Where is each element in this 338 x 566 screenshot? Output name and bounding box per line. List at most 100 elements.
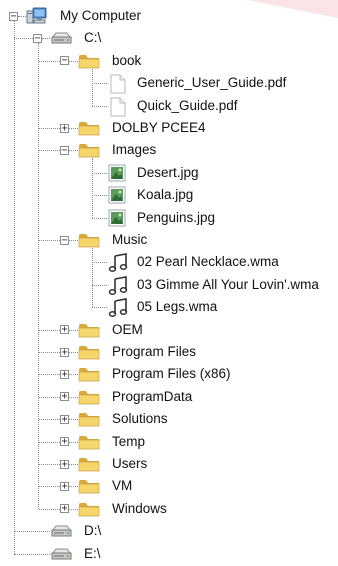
expand-toggle[interactable]: +: [60, 504, 69, 514]
folder-icon: [78, 388, 100, 406]
expand-toggle[interactable]: +: [60, 437, 69, 447]
collapse-toggle[interactable]: −: [33, 33, 42, 43]
tree-line: [38, 486, 60, 488]
folder-icon: [78, 433, 100, 451]
tree-node-generic-user-guide-pdf-label: Generic_User_Guide.pdf: [137, 75, 287, 91]
tree-line: [69, 486, 78, 488]
tree-line: [69, 150, 78, 152]
tree-node-music-label: Music: [112, 232, 148, 247]
image-file-icon: [107, 209, 127, 227]
music-note-icon: [107, 275, 128, 295]
tree-line: [69, 128, 78, 129]
tree-node-05-legs-wma-label: 05 Legs.wma: [137, 299, 218, 315]
tree-node-02-pearl-necklace-wma-label: 02 Pearl Necklace.wma: [137, 254, 279, 270]
tree-line: [38, 464, 60, 465]
folder-icon: [78, 119, 100, 137]
expand-toggle[interactable]: +: [60, 459, 69, 469]
tree-line: [38, 240, 60, 241]
tree-line: [69, 396, 78, 398]
tree-node-windows-label: Windows: [112, 500, 167, 516]
tree-line: [69, 329, 78, 331]
tree-line: [38, 150, 60, 152]
document-icon: [107, 74, 127, 94]
expand-toggle[interactable]: +: [60, 325, 69, 335]
folder-icon: [78, 52, 100, 70]
tree-line: [38, 396, 60, 398]
tree-line: [69, 352, 78, 353]
expand-toggle[interactable]: +: [60, 392, 69, 402]
tree-line: [69, 374, 78, 376]
folder-icon: [78, 365, 100, 383]
tree-line: [92, 68, 93, 106]
drive-icon: [50, 545, 72, 563]
tree-line: [92, 172, 107, 174]
tree-line: [38, 329, 60, 331]
tree-node-03-gimme-all-your-lovin-wma-label: 03 Gimme All Your Lovin'.wma: [137, 276, 319, 292]
folder-tree: − My Computer − C:\ − book Generic_User_Guide.…: [0, 0, 338, 561]
collapse-toggle[interactable]: −: [9, 11, 18, 21]
tree-line: [18, 16, 26, 17]
folder-icon: [78, 321, 100, 339]
tree-line: [42, 38, 50, 40]
tree-line: [69, 508, 78, 510]
tree-line: [92, 248, 93, 308]
expand-toggle[interactable]: +: [60, 481, 69, 491]
folder-icon: [78, 141, 100, 159]
document-icon: [107, 97, 127, 117]
folder-icon: [78, 231, 100, 249]
tree-line: [38, 352, 60, 353]
tree-node-dolby-pcee4-label: DOLBY PCEE4: [112, 120, 206, 135]
tree-line: [92, 83, 107, 85]
folder-icon: [78, 477, 100, 495]
folder-icon: [78, 500, 100, 518]
folder-icon: [78, 455, 100, 473]
tree-node-my-computer[interactable]: [0, 6, 338, 26]
tree-line: [13, 38, 33, 40]
tree-node-book-label: book: [112, 52, 142, 68]
tree-node-oem-label: OEM: [112, 321, 143, 337]
tree-line: [37, 43, 39, 509]
tree-node-penguins-jpg-label: Penguins.jpg: [137, 209, 216, 225]
expand-toggle[interactable]: +: [60, 123, 69, 133]
folder-icon: [78, 410, 100, 428]
expand-toggle[interactable]: +: [60, 414, 69, 424]
tree-line: [69, 441, 78, 443]
expand-toggle[interactable]: +: [60, 369, 69, 379]
tree-line: [69, 240, 78, 241]
tree-line: [38, 508, 60, 510]
tree-node-drive-c-label: C:\: [84, 30, 102, 46]
image-file-icon: [107, 164, 127, 182]
expand-toggle[interactable]: +: [60, 347, 69, 357]
tree-line: [38, 128, 60, 129]
tree-node-koala-jpg-label: Koala.jpg: [137, 187, 194, 203]
tree-node-programdata-label: ProgramData: [112, 388, 193, 404]
tree-node-my-computer-label: My Computer: [60, 8, 142, 23]
tree-node-drive-d-label: D:\: [84, 523, 102, 539]
tree-line: [92, 307, 107, 309]
music-note-icon: [107, 298, 128, 318]
tree-line: [38, 374, 60, 376]
collapse-toggle[interactable]: −: [60, 145, 69, 155]
tree-line: [13, 531, 50, 533]
tree-node-solutions-label: Solutions: [112, 411, 168, 427]
tree-line: [92, 195, 107, 197]
tree-node-quick-guide-pdf-label: Quick_Guide.pdf: [137, 97, 238, 113]
collapse-toggle[interactable]: −: [60, 235, 69, 245]
collapse-toggle[interactable]: −: [60, 56, 69, 66]
tree-node-users-label: Users: [112, 456, 148, 471]
tree-line: [38, 441, 60, 443]
music-note-icon: [107, 253, 128, 273]
image-file-icon: [107, 186, 127, 204]
tree-line: [69, 60, 78, 62]
tree-line: [92, 262, 107, 264]
folder-icon: [78, 343, 100, 361]
tree-line: [69, 464, 78, 465]
tree-node-vm-label: VM: [112, 478, 133, 494]
drive-icon: [50, 522, 72, 540]
tree-line: [38, 60, 60, 62]
tree-line: [69, 419, 78, 421]
computer-icon: [26, 7, 47, 25]
tree-line: [13, 553, 50, 555]
tree-node-images-label: Images: [112, 142, 157, 158]
tree-line: [13, 21, 15, 554]
